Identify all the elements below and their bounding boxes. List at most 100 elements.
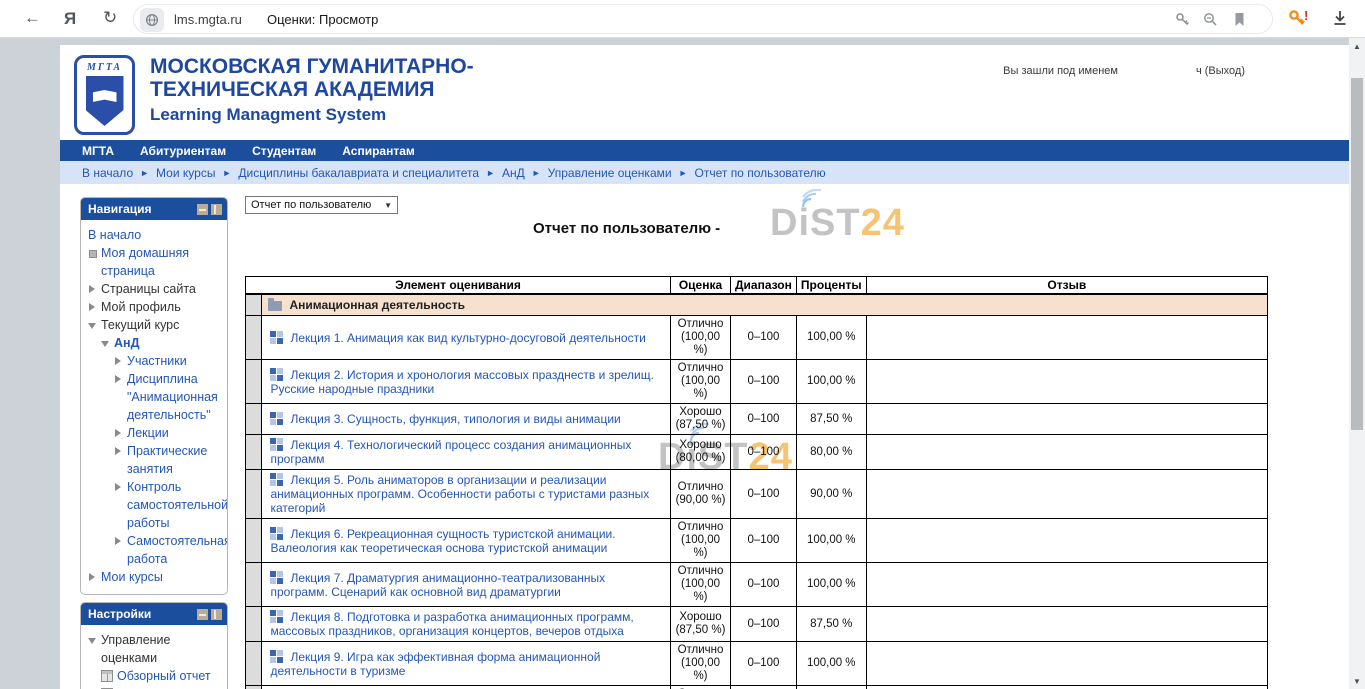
- address-bar[interactable]: lms.mgta.ru Оценки: Просмотр: [133, 4, 1273, 34]
- sidebar-item-my-courses[interactable]: Мои курсы: [88, 568, 223, 586]
- breadcrumb-my-courses[interactable]: Мои курсы: [156, 166, 215, 180]
- breadcrumb-separator: ►: [222, 168, 231, 178]
- protect-key-icon[interactable]: [1175, 12, 1190, 27]
- refresh-icon[interactable]: ↻: [103, 8, 117, 28]
- sidebar-item-site-pages[interactable]: Страницы сайта: [88, 280, 223, 298]
- grade-item-link[interactable]: Лекция 5. Роль аниматоров в организации …: [270, 473, 649, 515]
- breadcrumb-grade-admin[interactable]: Управление оценками: [548, 166, 672, 180]
- sidebar-item-self-work[interactable]: Самостоятельная работа: [114, 532, 223, 568]
- navigation-block: Навигация В начало Моя домашняя страница…: [80, 197, 228, 595]
- lesson-icon: [270, 571, 283, 584]
- browser-chrome: ← Я ↻ lms.mgta.ru Оценки: Просмотр !: [0, 0, 1365, 38]
- feedback-cell: [866, 642, 1267, 686]
- table-row: Лекция 5. Роль аниматоров в организации …: [246, 470, 1268, 519]
- sidebar-item-lectures[interactable]: Лекции: [114, 424, 223, 442]
- sidebar-item-my-profile[interactable]: Мой профиль: [88, 298, 223, 316]
- bookmark-icon[interactable]: [1233, 12, 1246, 27]
- scrollbar-thumb[interactable]: [1351, 78, 1363, 430]
- breadcrumb: В начало ► Мои курсы ► Дисциплины бакала…: [60, 161, 1349, 184]
- sidebar-item-discipline[interactable]: Дисциплина "Анимационная деятельность": [114, 370, 223, 424]
- nav-item-aspirantam[interactable]: Аспирантам: [342, 144, 415, 158]
- collapse-block-icon[interactable]: [197, 609, 208, 620]
- table-row: Лекция 6. Рекреационная сущность туристс…: [246, 519, 1268, 563]
- logo-abbr-text: МГТА: [77, 62, 132, 73]
- lesson-icon: [270, 368, 283, 381]
- vertical-scrollbar[interactable]: ▲ ▼: [1349, 38, 1365, 689]
- sidebar-item-my-home[interactable]: Моя домашняя страница: [88, 244, 223, 280]
- sidebar-item-self-control[interactable]: Контроль самостоятельной работы: [114, 478, 223, 532]
- url-text[interactable]: lms.mgta.ru: [174, 12, 242, 27]
- scroll-down-icon[interactable]: ▼: [1349, 677, 1365, 686]
- table-row: Лекция 9. Игра как эффективная форма ани…: [246, 642, 1268, 686]
- settings-item-user-report[interactable]: Отчет по пользователю: [101, 685, 223, 689]
- nav-item-mgta[interactable]: МГТА: [82, 144, 114, 158]
- breadcrumb-home[interactable]: В начало: [82, 166, 133, 180]
- grade-item-link[interactable]: Лекция 3. Сущность, функция, типология и…: [290, 412, 620, 426]
- yandex-browser-icon[interactable]: Я: [64, 9, 76, 29]
- sidebar-item-participants[interactable]: Участники: [114, 352, 223, 370]
- table-row: Итоговое тестирование Отлично(100,00 %) …: [246, 686, 1268, 689]
- site-content: МГТА МОСКОВСКАЯ ГУМАНИТАРНО- ТЕХНИЧЕСКАЯ…: [60, 45, 1349, 689]
- grade-report-table: Элемент оценивания Оценка Диапазон Проце…: [245, 276, 1268, 689]
- breadcrumb-disciplines[interactable]: Дисциплины бакалавриата и специалитета: [238, 166, 479, 180]
- site-globe-icon: [140, 8, 164, 32]
- grade-item-link[interactable]: Лекция 6. Рекреационная сущность туристс…: [270, 527, 615, 555]
- browser-back-icon[interactable]: ←: [24, 8, 41, 28]
- feedback-cell: [866, 686, 1267, 689]
- scroll-up-icon[interactable]: ▲: [1349, 42, 1365, 51]
- table-row: Лекция 7. Драматургия анимационно-театра…: [246, 563, 1268, 607]
- sidebar-item-practice[interactable]: Практические занятия: [114, 442, 223, 478]
- header-item: Элемент оценивания: [246, 277, 671, 295]
- breadcrumb-course[interactable]: АнД: [502, 166, 525, 180]
- sidebar-item-current-course[interactable]: Текущий курс: [88, 316, 223, 334]
- table-row: Лекция 8. Подготовка и разработка анимац…: [246, 607, 1268, 642]
- dock-block-icon[interactable]: [211, 609, 222, 620]
- header-feedback: Отзыв: [866, 277, 1267, 295]
- org-title-line1: МОСКОВСКАЯ ГУМАНИТАРНО-: [150, 55, 474, 78]
- login-prefix: Вы зашли под именем: [1003, 65, 1118, 77]
- login-suffix-logout[interactable]: ч (Выход): [1196, 65, 1245, 77]
- nav-item-abiturientam[interactable]: Абитуриентам: [140, 144, 226, 158]
- settings-item-grade-admin[interactable]: Управление оценками: [88, 631, 223, 667]
- watermark: DiST24: [770, 202, 905, 245]
- header-range: Диапазон: [730, 277, 796, 295]
- settings-block: Настройки Управление оценками Обзорный о…: [80, 602, 228, 689]
- org-title-line2: ТЕХНИЧЕСКАЯ АКАДЕМИЯ: [150, 78, 474, 101]
- download-icon[interactable]: [1331, 9, 1349, 27]
- grade-item-link[interactable]: Лекция 4. Технологический процесс создан…: [270, 438, 631, 466]
- logo-shield-icon: [86, 76, 124, 126]
- password-alert-badge: !: [1304, 8, 1308, 23]
- feedback-cell: [866, 435, 1267, 470]
- table-row: Лекция 3. Сущность, функция, типология и…: [246, 404, 1268, 435]
- header-grade: Оценка: [671, 277, 731, 295]
- mgta-logo: МГТА: [74, 55, 135, 135]
- collapse-block-icon[interactable]: [197, 204, 208, 215]
- table-row: Лекция 2. История и хронология массовых …: [246, 360, 1268, 404]
- chevron-down-icon: ▼: [384, 201, 392, 210]
- feedback-cell: [866, 563, 1267, 607]
- grade-item-link[interactable]: Лекция 7. Драматургия анимационно-театра…: [270, 571, 605, 599]
- grade-item-link[interactable]: Лекция 1. Анимация как вид культурно-дос…: [290, 331, 645, 345]
- report-type-select[interactable]: Отчет по пользователю ▼: [245, 196, 398, 214]
- grade-item-link[interactable]: Лекция 8. Подготовка и разработка анимац…: [270, 610, 633, 638]
- page-title-text: Оценки: Просмотр: [267, 12, 378, 27]
- breadcrumb-user-report[interactable]: Отчет по пользователю: [695, 166, 826, 180]
- category-row: Анимационная деятельность: [246, 294, 1268, 316]
- sidebar-item-and-course[interactable]: АнД: [101, 334, 223, 352]
- header-percent: Проценты: [796, 277, 866, 295]
- grade-item-link[interactable]: Лекция 2. История и хронология массовых …: [270, 368, 654, 396]
- feedback-cell: [866, 607, 1267, 642]
- nav-item-studentam[interactable]: Студентам: [252, 144, 316, 158]
- sidebar-item-home[interactable]: В начало: [88, 226, 223, 244]
- search-page-icon[interactable]: [1203, 12, 1218, 27]
- lesson-icon: [270, 527, 283, 540]
- dock-block-icon[interactable]: [211, 204, 222, 215]
- grade-item-link[interactable]: Лекция 9. Игра как эффективная форма ани…: [270, 650, 600, 678]
- lesson-icon: [270, 473, 283, 486]
- navigation-block-header: Навигация: [81, 198, 227, 220]
- report-select-value: Отчет по пользователю: [251, 199, 371, 211]
- lesson-icon: [270, 650, 283, 663]
- settings-item-overview-report[interactable]: Обзорный отчет: [101, 667, 223, 685]
- table-row: Лекция 1. Анимация как вид культурно-дос…: [246, 316, 1268, 360]
- lesson-icon: [270, 610, 283, 623]
